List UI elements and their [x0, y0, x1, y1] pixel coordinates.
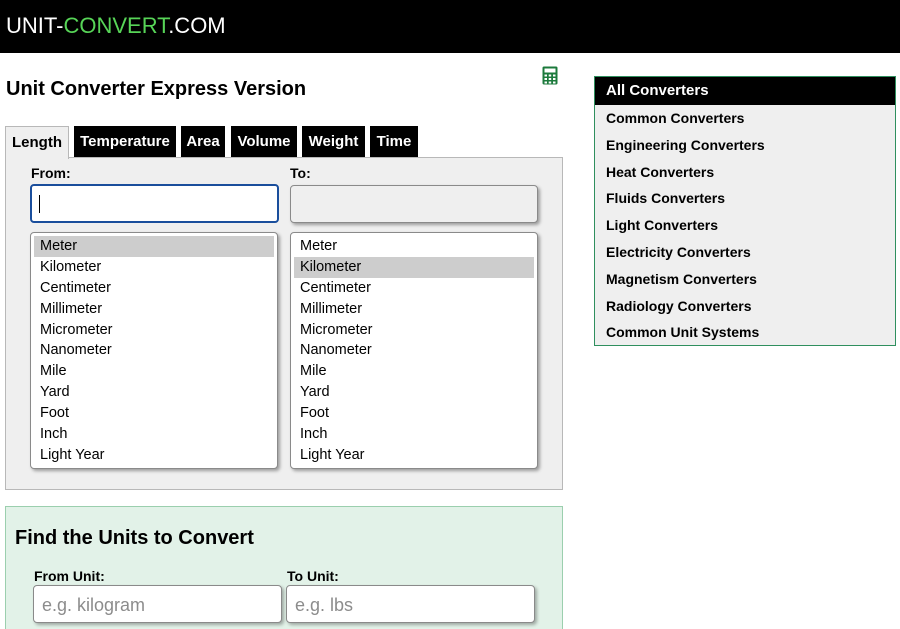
to-unit-search-input[interactable]: e.g. lbs	[286, 585, 535, 623]
site-logo[interactable]: UNIT-CONVERT.COM	[6, 13, 226, 39]
tab-temperature[interactable]: Temperature	[74, 126, 176, 158]
to-unit-option[interactable]: Millimeter	[294, 299, 534, 320]
from-unit-option[interactable]: Meter	[34, 236, 274, 257]
sidebar-item-radiology[interactable]: Radiology Converters	[595, 293, 895, 320]
tab-area[interactable]: Area	[181, 126, 225, 158]
sidebar-item-fluids[interactable]: Fluids Converters	[595, 185, 895, 212]
to-unit-option[interactable]: Kilometer	[294, 256, 534, 278]
from-unit-option[interactable]: Centimeter	[34, 278, 274, 299]
sidebar-item-unit-systems[interactable]: Common Unit Systems	[595, 319, 895, 346]
from-unit-label: From Unit:	[34, 568, 105, 584]
to-unit-option[interactable]: Light Year	[294, 445, 534, 466]
to-value-output[interactable]	[290, 185, 538, 223]
to-unit-option[interactable]: Mile	[294, 361, 534, 382]
logo-highlight: CONVERT	[63, 13, 169, 38]
from-unit-option[interactable]: Foot	[34, 403, 274, 424]
from-unit-option[interactable]: Inch	[34, 424, 274, 445]
tab-weight[interactable]: Weight	[302, 126, 365, 158]
sidebar-item-heat[interactable]: Heat Converters	[595, 159, 895, 186]
tab-time[interactable]: Time	[370, 126, 418, 158]
from-value-input[interactable]	[30, 184, 279, 223]
to-unit-option[interactable]: Meter	[294, 236, 534, 257]
page-title: Unit Converter Express Version	[6, 78, 307, 100]
to-unit-option[interactable]: Foot	[294, 403, 534, 424]
sidebar-item-light[interactable]: Light Converters	[595, 212, 895, 239]
from-label: From:	[31, 165, 71, 181]
to-unit-option[interactable]: Yard	[294, 382, 534, 403]
text-caret	[39, 195, 40, 213]
sidebar-item-electricity[interactable]: Electricity Converters	[595, 239, 895, 266]
from-unit-search-input[interactable]: e.g. kilogram	[33, 585, 282, 623]
sidebar-item-common[interactable]: Common Converters	[595, 105, 895, 132]
from-unit-list[interactable]: Meter Kilometer Centimeter Millimeter Mi…	[30, 232, 278, 469]
calculator-icon[interactable]	[542, 66, 558, 85]
to-unit-option[interactable]: Micrometer	[294, 320, 534, 341]
from-unit-option[interactable]: Light Year	[34, 445, 274, 466]
from-unit-option[interactable]: Micrometer	[34, 320, 274, 341]
tab-length[interactable]: Length	[5, 126, 69, 159]
logo-suffix: .COM	[168, 13, 226, 38]
sidebar-heading[interactable]: All Converters	[595, 77, 895, 105]
site-header: UNIT-CONVERT.COM	[0, 0, 900, 53]
to-label: To:	[290, 165, 311, 181]
converters-sidebar: All Converters Common Converters Enginee…	[594, 76, 896, 346]
to-unit-option[interactable]: Inch	[294, 424, 534, 445]
to-unit-label: To Unit:	[287, 568, 339, 584]
to-unit-list[interactable]: Meter Kilometer Centimeter Millimeter Mi…	[290, 232, 538, 469]
find-units-title: Find the Units to Convert	[15, 527, 254, 549]
from-unit-option[interactable]: Nanometer	[34, 340, 274, 361]
to-unit-option[interactable]: Centimeter	[294, 278, 534, 299]
from-unit-option[interactable]: Millimeter	[34, 299, 274, 320]
tab-volume[interactable]: Volume	[231, 126, 297, 158]
logo-prefix: UNIT-	[6, 13, 64, 38]
from-unit-option[interactable]: Yard	[34, 382, 274, 403]
to-unit-option[interactable]: Nanometer	[294, 340, 534, 361]
from-unit-option[interactable]: Mile	[34, 361, 274, 382]
sidebar-item-engineering[interactable]: Engineering Converters	[595, 132, 895, 159]
from-unit-option[interactable]: Kilometer	[34, 257, 274, 278]
sidebar-item-magnetism[interactable]: Magnetism Converters	[595, 266, 895, 293]
